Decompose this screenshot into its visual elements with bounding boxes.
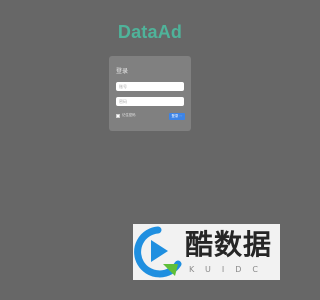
watermark-text: 酷数据 [185,228,273,261]
login-panel: 登录 记住密码 登录 ☞ [109,56,191,131]
login-page: { "brand": {"name": "DataAd"}, "login_pa… [0,0,300,300]
login-panel-title: 登录 [116,68,129,75]
remember-password-option[interactable]: 记住密码 [116,113,136,118]
remember-password-label: 记住密码 [122,113,136,117]
watermark-logo-icon [134,226,182,278]
brand-title: DataAd [117,22,183,42]
username-input[interactable] [116,82,184,91]
remember-password-checkbox[interactable] [116,113,120,118]
password-input[interactable] [116,97,184,106]
watermark-subtext: KUIDC [189,265,269,274]
login-button[interactable]: 登录 ☞ [169,113,185,120]
watermark-badge: 酷数据 KUIDC [133,224,280,280]
